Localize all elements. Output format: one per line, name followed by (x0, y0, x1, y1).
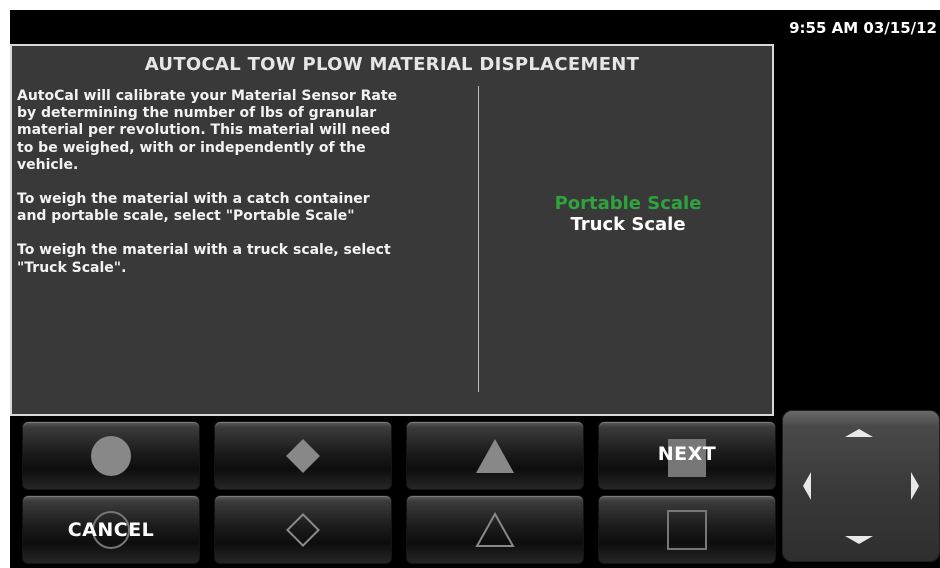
cancel-label: CANCEL (67, 518, 155, 541)
autocal-panel: AUTOCAL TOW PLOW MATERIAL DISPLACEMENT A… (10, 44, 774, 416)
arrow-left-icon[interactable] (803, 472, 811, 500)
circle-filled-icon (91, 435, 131, 476)
divider (478, 86, 479, 392)
option-portable-scale[interactable]: Portable Scale (488, 193, 768, 214)
softkey-3[interactable] (406, 421, 584, 490)
softkey-8[interactable] (598, 495, 776, 564)
diamond-outline-icon (286, 512, 320, 547)
instruction-paragraph: AutoCal will calibrate your Material Sen… (17, 88, 398, 173)
cancel-button[interactable]: CANCEL (22, 495, 200, 564)
page-title: AUTOCAL TOW PLOW MATERIAL DISPLACEMENT (144, 54, 640, 75)
triangle-outline-icon (475, 511, 515, 547)
scale-options: Portable Scale Truck Scale (488, 193, 768, 235)
next-button[interactable]: NEXT (598, 421, 776, 490)
softkey-7[interactable] (406, 495, 584, 564)
status-clock: 9:55 AM 03/15/12 (789, 19, 937, 37)
triangle-filled-icon (476, 438, 514, 473)
arrow-down-icon[interactable] (845, 536, 873, 544)
arrow-right-icon[interactable] (911, 472, 919, 500)
instruction-paragraph: To weigh the material with a catch conta… (17, 191, 370, 225)
instructions: AutoCal will calibrate your Material Sen… (17, 88, 477, 294)
instruction-paragraph: To weigh the material with a truck scale… (17, 242, 391, 276)
directional-pad (782, 410, 940, 562)
softkey-2[interactable] (214, 421, 392, 490)
diamond-filled-icon (286, 438, 320, 473)
next-label: NEXT (657, 443, 717, 465)
softkey-1[interactable] (22, 421, 200, 490)
option-truck-scale[interactable]: Truck Scale (488, 214, 768, 235)
softkey-6[interactable] (214, 495, 392, 564)
arrow-up-icon[interactable] (845, 429, 873, 437)
square-outline-icon (667, 509, 707, 550)
